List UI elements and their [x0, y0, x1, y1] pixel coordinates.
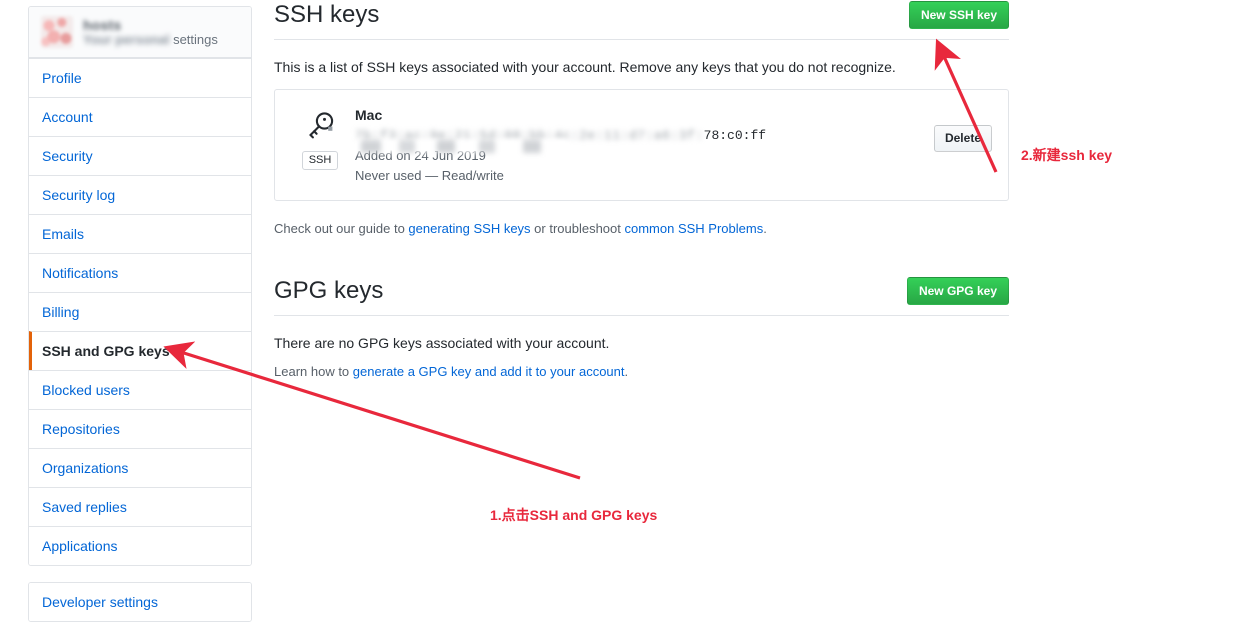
settings-page: hosts Your personal settings Profile Acc…: [0, 0, 1257, 629]
sidebar-item-blocked-users[interactable]: Blocked users: [29, 370, 251, 409]
sidebar-primary-card: hosts Your personal settings Profile Acc…: [28, 6, 252, 566]
ssh-keys-description: This is a list of SSH keys associated wi…: [274, 59, 896, 75]
profile-subtitle-blurred: Your personal: [83, 32, 170, 47]
sidebar-item-developer-settings[interactable]: Developer settings: [29, 583, 251, 621]
gpg-keys-header: GPG keys New GPG key: [274, 276, 1009, 316]
annotation-step-1: 1.点击SSH and GPG keys: [490, 507, 658, 523]
avatar: [41, 16, 73, 48]
ssh-key-usage: Never used — Read/write: [355, 168, 504, 183]
settings-sidebar: hosts Your personal settings Profile Acc…: [28, 6, 252, 622]
ssh-guide-text: Check out our guide to generating SSH ke…: [274, 219, 1009, 239]
sidebar-item-emails[interactable]: Emails: [29, 214, 251, 253]
profile-name-wrap: hosts Your personal settings: [83, 15, 239, 49]
ssh-key-icon-column: SSH: [291, 105, 349, 170]
ssh-guide-suffix: .: [763, 221, 767, 236]
ssh-key-actions: Delete: [933, 105, 992, 152]
sidebar-item-ssh-and-gpg-keys[interactable]: SSH and GPG keys: [29, 331, 251, 370]
gpg-learn-prefix: Learn how to: [274, 364, 353, 379]
profile-subtitle: Your personal settings: [83, 32, 218, 47]
delete-ssh-key-button[interactable]: Delete: [933, 125, 992, 152]
ssh-keys-header: SSH keys New SSH key: [274, 0, 1009, 40]
ssh-guide-prefix: Check out our guide to: [274, 221, 409, 236]
sidebar-item-notifications[interactable]: Notifications: [29, 253, 251, 292]
page-title: SSH keys: [274, 1, 380, 28]
sidebar-item-organizations[interactable]: Organizations: [29, 448, 251, 487]
sidebar-item-security-log[interactable]: Security log: [29, 175, 251, 214]
ssh-key-details: Mac 7b:f3:ac:9e:21:5d:08:bb:4c:2e:11:d7:…: [349, 105, 934, 185]
sidebar-item-billing[interactable]: Billing: [29, 292, 251, 331]
sidebar-item-repositories[interactable]: Repositories: [29, 409, 251, 448]
ssh-key-row: SSH Mac 7b:f3:ac:9e:21:5d:08:bb:4c:2e:11…: [274, 89, 1009, 201]
sidebar-profile-header[interactable]: hosts Your personal settings: [29, 7, 251, 58]
gpg-section-title: GPG keys: [274, 277, 384, 304]
key-icon: [303, 109, 337, 148]
gpg-learn-suffix: .: [624, 364, 629, 379]
main-content: SSH keys New SSH key This is a list of S…: [274, 0, 1009, 382]
ssh-guide-middle: or troubleshoot: [530, 221, 625, 236]
sidebar-secondary-card: Developer settings: [28, 582, 252, 622]
ssh-key-fingerprint-blurred: 7b:f3:ac:9e:21:5d:08:bb:4c:2e:11:d7:a6:3…: [355, 128, 704, 143]
ssh-key-added-date: Added on 24 Jun 2019: [355, 140, 934, 165]
sidebar-item-saved-replies[interactable]: Saved replies: [29, 487, 251, 526]
annotation-step-2: 2.新建ssh key: [1021, 147, 1113, 163]
common-ssh-problems-link[interactable]: common SSH Problems: [625, 221, 764, 236]
gpg-learn-text: Learn how to generate a GPG key and add …: [274, 362, 1009, 382]
ssh-badge: SSH: [301, 151, 339, 170]
new-ssh-key-button[interactable]: New SSH key: [908, 1, 1009, 29]
generating-ssh-keys-link[interactable]: generating SSH keys: [408, 221, 530, 236]
ssh-key-title: Mac: [355, 107, 383, 123]
gpg-keys-section: GPG keys New GPG key There are no GPG ke…: [274, 276, 1009, 382]
generate-gpg-key-link[interactable]: generate a GPG key and add it to your ac…: [353, 364, 625, 379]
new-gpg-key-button[interactable]: New GPG key: [906, 277, 1009, 305]
ssh-key-fingerprint: 7b:f3:ac:9e:21:5d:08:bb:4c:2e:11:d7:a6:3…: [355, 127, 934, 145]
sidebar-item-profile[interactable]: Profile: [29, 58, 251, 97]
sidebar-item-applications[interactable]: Applications: [29, 526, 251, 565]
sidebar-item-account[interactable]: Account: [29, 97, 251, 136]
profile-username: hosts: [83, 17, 122, 33]
sidebar-item-security[interactable]: Security: [29, 136, 251, 175]
gpg-empty-text: There are no GPG keys associated with yo…: [274, 335, 610, 351]
profile-subtitle-suffix: settings: [173, 32, 218, 47]
ssh-key-fingerprint-visible: 78:c0:ff: [703, 128, 767, 143]
ssh-key-added-text: Added on 24 Jun 2019: [355, 148, 486, 163]
